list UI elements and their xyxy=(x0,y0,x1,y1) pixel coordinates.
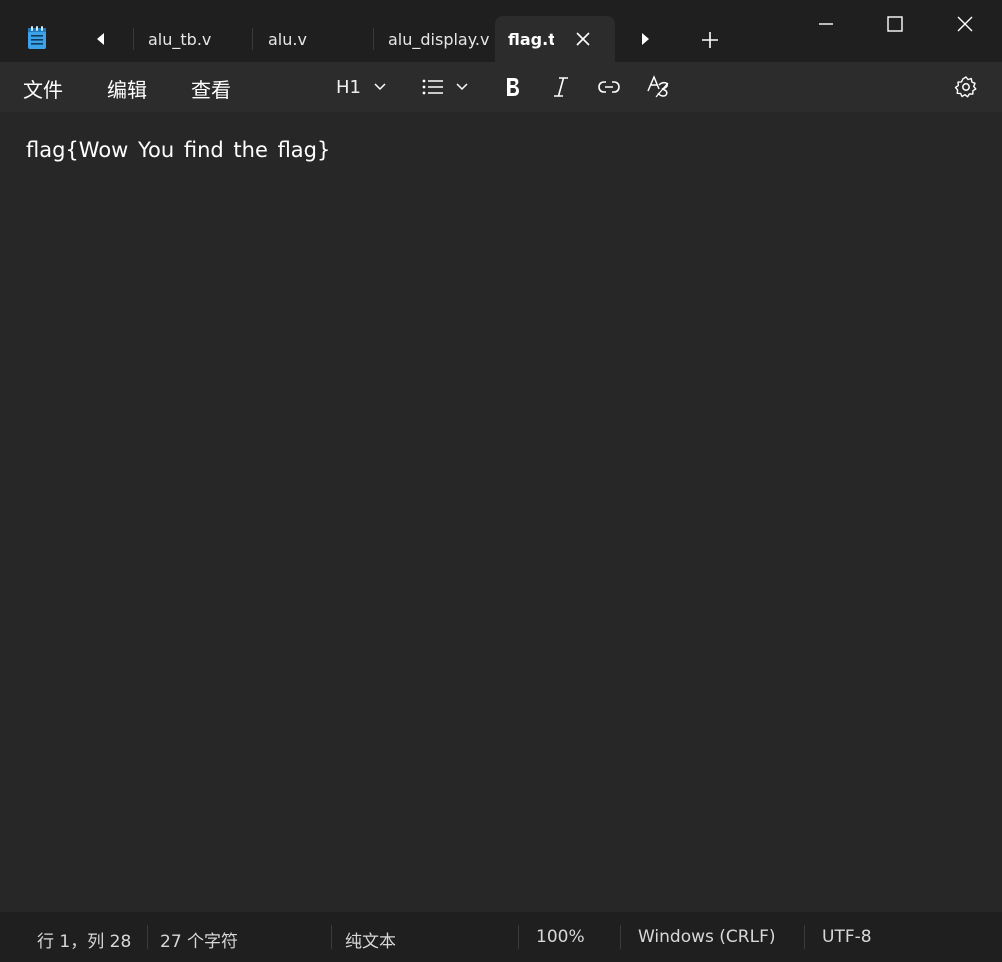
status-encoding[interactable]: UTF-8 xyxy=(822,927,872,947)
status-line-ending[interactable]: Windows (CRLF) xyxy=(638,927,776,947)
close-window-icon[interactable] xyxy=(953,12,977,36)
clear-format-icon xyxy=(647,75,669,98)
triangle-left-icon xyxy=(97,33,104,45)
list-dropdown[interactable] xyxy=(421,74,469,100)
tab-alu-tb[interactable]: alu_tb.v xyxy=(148,16,248,62)
text-editor[interactable]: flag{Wow You find the flag} xyxy=(0,112,1002,912)
status-bar: 行 1，列 28 27 个字符 纯文本 100% Windows (CRLF) … xyxy=(0,912,1002,962)
settings-icon xyxy=(954,76,977,98)
status-format[interactable]: 纯文本 xyxy=(345,927,396,952)
tab-flag[interactable]: flag.t: xyxy=(495,16,615,62)
chevron-down-icon xyxy=(456,83,468,91)
tab-label: flag.t: xyxy=(508,29,554,49)
status-cursor-position: 行 1，列 28 xyxy=(37,932,132,952)
tab-label: alu_display.v xyxy=(388,29,490,49)
menu-file[interactable]: 文件 xyxy=(23,74,63,103)
chevron-down-icon xyxy=(374,83,386,91)
status-char-count: 27 个字符 xyxy=(160,932,239,952)
status-separator xyxy=(620,925,621,949)
scroll-tabs-left-button[interactable] xyxy=(92,30,110,48)
menu-edit[interactable]: 编辑 xyxy=(107,74,147,103)
menu-view[interactable]: 查看 xyxy=(191,74,231,103)
heading-label: H1 xyxy=(336,76,361,98)
close-icon[interactable] xyxy=(575,31,591,47)
tab-label: alu.v xyxy=(268,29,307,49)
bold-button[interactable] xyxy=(503,74,523,100)
notepad-window: alu_tb.v alu.v alu_display.v flag.t: xyxy=(0,0,1002,962)
status-zoom[interactable]: 100% xyxy=(536,927,585,947)
link-button[interactable] xyxy=(597,74,621,100)
editor-content[interactable]: flag{Wow You find the flag} xyxy=(26,138,330,162)
status-separator xyxy=(804,925,805,949)
list-icon xyxy=(422,79,443,95)
link-icon xyxy=(598,81,620,93)
italic-button[interactable] xyxy=(551,74,571,100)
tab-label: alu_tb.v xyxy=(148,29,212,49)
status-separator xyxy=(331,925,332,949)
status-separator xyxy=(147,925,148,949)
bold-icon xyxy=(507,78,519,96)
heading-dropdown[interactable]: H1 xyxy=(336,74,387,100)
tab-separator xyxy=(373,28,374,50)
tab-separator xyxy=(252,28,253,50)
clear-format-button[interactable] xyxy=(646,74,670,100)
tab-separator xyxy=(133,28,134,50)
tab-alu-display[interactable]: alu_display.v xyxy=(388,16,492,62)
plus-icon[interactable] xyxy=(700,30,720,50)
status-separator xyxy=(518,925,519,949)
italic-icon xyxy=(554,77,568,97)
title-bar: alu_tb.v alu.v alu_display.v flag.t: xyxy=(0,0,1002,62)
maximize-icon[interactable] xyxy=(883,12,907,36)
triangle-right-icon xyxy=(642,33,649,45)
notepad-icon xyxy=(28,26,46,49)
menu-bar: 文件 编辑 查看 H1 xyxy=(0,62,1002,112)
settings-button[interactable] xyxy=(954,74,978,100)
scroll-tabs-right-button[interactable] xyxy=(636,30,654,48)
minimize-icon[interactable] xyxy=(814,12,838,36)
tab-alu[interactable]: alu.v xyxy=(268,16,368,62)
